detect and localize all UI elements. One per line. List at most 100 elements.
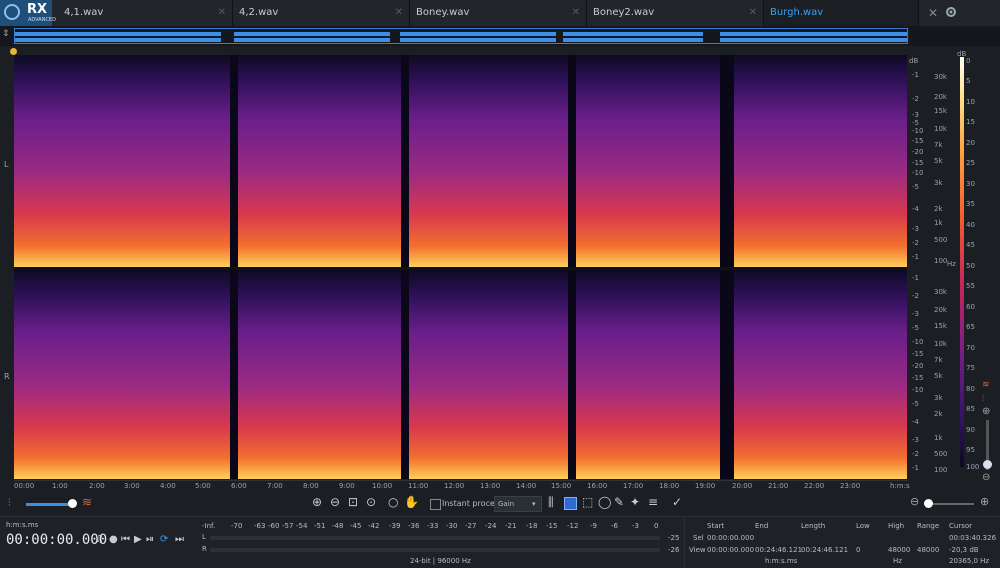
db-tick: -15: [912, 374, 924, 382]
tab-file-1[interactable]: 4,1.wav ✕: [58, 0, 233, 26]
db-tick: -2: [912, 239, 919, 247]
gear-icon[interactable]: [944, 5, 958, 19]
db-tick: -20: [912, 148, 924, 156]
time-tick: 10:00: [372, 482, 393, 490]
channel-label-right: R: [4, 372, 10, 381]
instant-process-checkbox[interactable]: [430, 499, 441, 510]
harmonic-selection-icon[interactable]: ≡: [648, 495, 658, 509]
waveform-toggle-icon[interactable]: ⫶: [982, 394, 984, 404]
close-icon[interactable]: ✕: [395, 0, 403, 26]
magic-wand-icon[interactable]: ✦: [630, 495, 640, 509]
meter-tick: -15: [546, 522, 558, 530]
time-selection-icon[interactable]: ⫼: [548, 495, 554, 510]
playback-mode-icon[interactable]: ⏭: [175, 534, 184, 545]
colorbar-tick: 10: [966, 98, 975, 106]
cursor-freq: 20365,0 Hz: [949, 557, 990, 565]
axis-upper: dB -1 -2 -3 -5 -10 -15 -20 -15 -10 -5 -4…: [907, 55, 959, 268]
db-tick: -3: [912, 436, 919, 444]
tab-file-2[interactable]: 4,2.wav ✕: [233, 0, 410, 26]
tab-label: 4,1.wav: [64, 7, 104, 18]
waveform-overview[interactable]: ⇕: [0, 26, 1000, 46]
close-icon[interactable]: ✕: [749, 0, 757, 26]
zoom-in-icon[interactable]: ⊕: [312, 495, 322, 509]
db-tick: -3: [912, 111, 919, 119]
frequency-selection-icon[interactable]: ⬚: [582, 495, 593, 509]
close-icon[interactable]: ✕: [572, 0, 580, 26]
zoom-out-vertical-icon[interactable]: ⊖: [982, 472, 990, 483]
freq-tick: 30k: [934, 288, 947, 296]
magnify-icon[interactable]: ○: [388, 495, 398, 509]
zoom-selection-icon[interactable]: ⊡: [348, 495, 358, 509]
meter-tick: -48: [332, 522, 344, 530]
play-icon[interactable]: ▶: [134, 534, 142, 545]
colorbar-tick: 20: [966, 139, 975, 147]
colorbar: [960, 57, 964, 467]
time-tick: 3:00: [124, 482, 140, 490]
view-high[interactable]: 48000: [888, 546, 910, 554]
horizontal-zoom-handle[interactable]: [924, 499, 933, 508]
zoom-in-vertical-icon[interactable]: ⊕: [982, 406, 990, 417]
rectangle-selection-icon[interactable]: [564, 497, 577, 510]
start-header: Start: [707, 522, 725, 530]
spectrogram-icon[interactable]: ≋: [82, 495, 92, 509]
zoom-in-horizontal-icon[interactable]: ⊕: [980, 495, 989, 508]
view-length[interactable]: 00:24:46.121: [801, 546, 848, 554]
colorbar-tick: 85: [966, 405, 975, 413]
tab-file-5-active[interactable]: Burgh.wav: [764, 0, 919, 26]
instant-process-mode-select[interactable]: Gain ▾: [494, 496, 542, 512]
sel-start[interactable]: 00:00:00.000: [707, 534, 754, 542]
freq-tick: 1k: [934, 434, 943, 442]
db-tick: -1: [912, 71, 919, 79]
time-tick: 18:00: [659, 482, 680, 490]
spectrum-icon[interactable]: ≋: [982, 380, 990, 390]
colorbar-tick: 5: [966, 77, 971, 85]
close-icon[interactable]: ✕: [218, 0, 226, 26]
freq-tick: 15k: [934, 322, 947, 330]
close-all-icon[interactable]: ✕: [928, 0, 938, 26]
freq-tick: 3k: [934, 179, 943, 187]
record-icon[interactable]: ●: [109, 534, 118, 545]
db-tick: -1: [912, 274, 919, 282]
db-tick: -20: [912, 362, 924, 370]
zoom-out-horizontal-icon[interactable]: ⊖: [910, 495, 919, 508]
waveform-icon[interactable]: ⫶: [8, 496, 11, 510]
view-low[interactable]: 0: [856, 546, 860, 554]
headphones-icon[interactable]: ♫: [95, 534, 104, 545]
hand-icon[interactable]: ✋: [404, 495, 419, 509]
tab-label: Burgh.wav: [770, 7, 824, 18]
tab-file-4[interactable]: Boney2.wav ✕: [587, 0, 764, 26]
view-end[interactable]: 00:24:46.121: [755, 546, 802, 554]
meter-tick: -Inf.: [202, 522, 216, 530]
time-format-label[interactable]: h:m:s.ms: [6, 521, 38, 529]
zoom-fit-icon[interactable]: ⊙: [366, 495, 376, 509]
vertical-zoom-handle[interactable]: [983, 460, 992, 469]
tab-file-3[interactable]: Boney.wav ✕: [410, 0, 587, 26]
view-start[interactable]: 00:00:00.000: [707, 546, 754, 554]
freq-tick: 100: [934, 466, 948, 474]
overview-waveform: [15, 32, 907, 42]
freq-tick: 2k: [934, 410, 943, 418]
db-unit: dB: [909, 57, 919, 65]
brush-icon[interactable]: ✎: [614, 495, 624, 509]
tool-options-icon[interactable]: ✓: [672, 495, 682, 509]
rewind-icon[interactable]: ⏮: [121, 534, 130, 545]
opacity-slider-handle[interactable]: [68, 499, 77, 508]
db-tick: -5: [912, 119, 919, 127]
tools-bar: ⫶ ≋ ⊕ ⊖ ⊡ ⊙ ○ ✋ Instant process Gain ▾ ⫼…: [0, 492, 1000, 517]
spectrogram-view[interactable]: [14, 55, 907, 479]
freq-tick: 10k: [934, 125, 947, 133]
play-selection-icon[interactable]: ⏯: [146, 534, 154, 545]
view-range[interactable]: 48000: [917, 546, 939, 554]
playhead-marker[interactable]: [10, 48, 17, 55]
freq-tick: 7k: [934, 356, 943, 364]
loop-icon[interactable]: ⟳: [160, 534, 168, 545]
db-tick: -1: [912, 253, 919, 261]
lasso-icon[interactable]: ◯: [598, 495, 611, 509]
time-tick: 14:00: [516, 482, 537, 490]
collapse-icon[interactable]: ⇕: [2, 29, 10, 39]
freq-tick: 30k: [934, 73, 947, 81]
meter-tick: -30: [446, 522, 458, 530]
zoom-out-icon[interactable]: ⊖: [330, 495, 340, 509]
time-tick: 2:00: [89, 482, 105, 490]
overview-viewport[interactable]: [14, 28, 908, 44]
